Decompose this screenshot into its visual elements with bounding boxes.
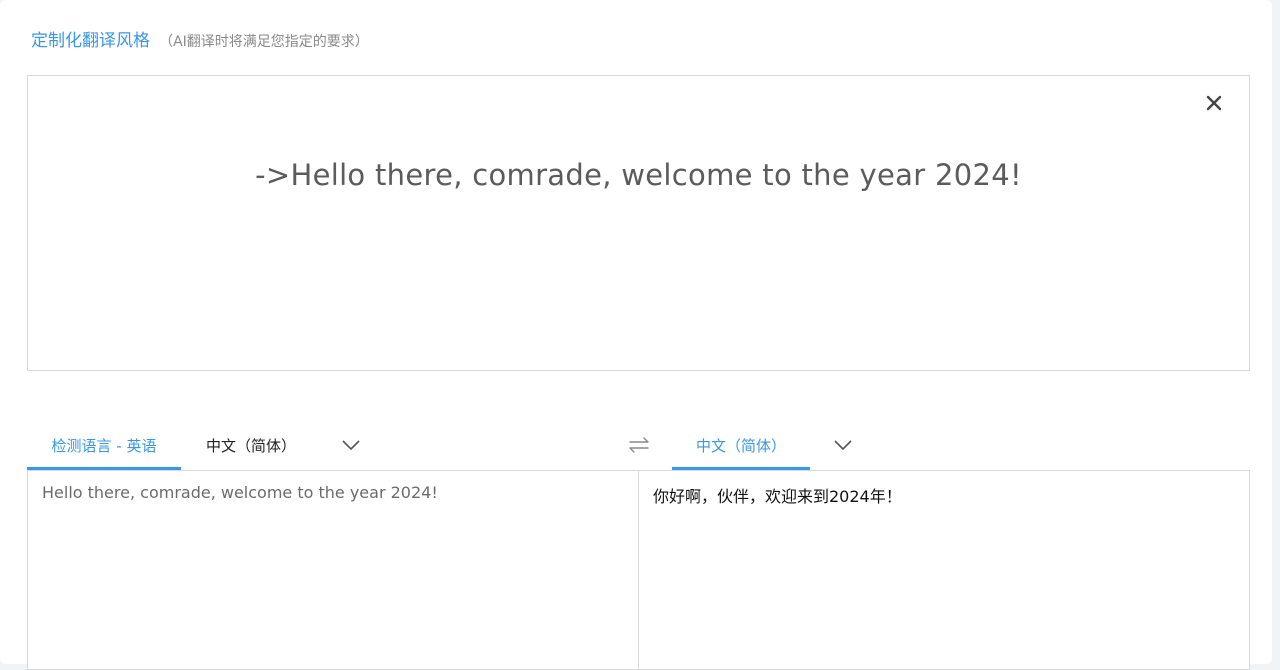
- source-text-area[interactable]: Hello there, comrade, welcome to the yea…: [27, 470, 639, 670]
- source-language-select[interactable]: 中文（简体）: [206, 420, 296, 470]
- tab-detect-language[interactable]: 检测语言 - 英语: [27, 420, 181, 470]
- custom-style-input[interactable]: ->Hello there, comrade, welcome to the y…: [27, 75, 1250, 371]
- custom-style-header: 定制化翻译风格 （AI翻译时将满足您指定的要求）: [31, 26, 369, 51]
- translated-text: 你好啊，伙伴，欢迎来到2024年！: [653, 487, 902, 506]
- target-language-tab[interactable]: 中文（简体）: [672, 420, 810, 470]
- target-text-area[interactable]: 你好啊，伙伴，欢迎来到2024年！: [638, 470, 1250, 670]
- custom-style-text: ->Hello there, comrade, welcome to the y…: [255, 158, 1022, 192]
- page-subtitle: （AI翻译时将满足您指定的要求）: [159, 34, 369, 50]
- chevron-down-icon[interactable]: [341, 438, 361, 452]
- swap-icon[interactable]: [627, 436, 651, 454]
- source-text: Hello there, comrade, welcome to the yea…: [42, 483, 438, 502]
- close-icon: [1206, 95, 1222, 111]
- translation-panel: 定制化翻译风格 （AI翻译时将满足您指定的要求） ->Hello there, …: [0, 0, 1272, 670]
- clear-style-button[interactable]: [1205, 94, 1223, 112]
- page-title: 定制化翻译风格: [31, 31, 150, 51]
- chevron-down-icon[interactable]: [833, 438, 853, 452]
